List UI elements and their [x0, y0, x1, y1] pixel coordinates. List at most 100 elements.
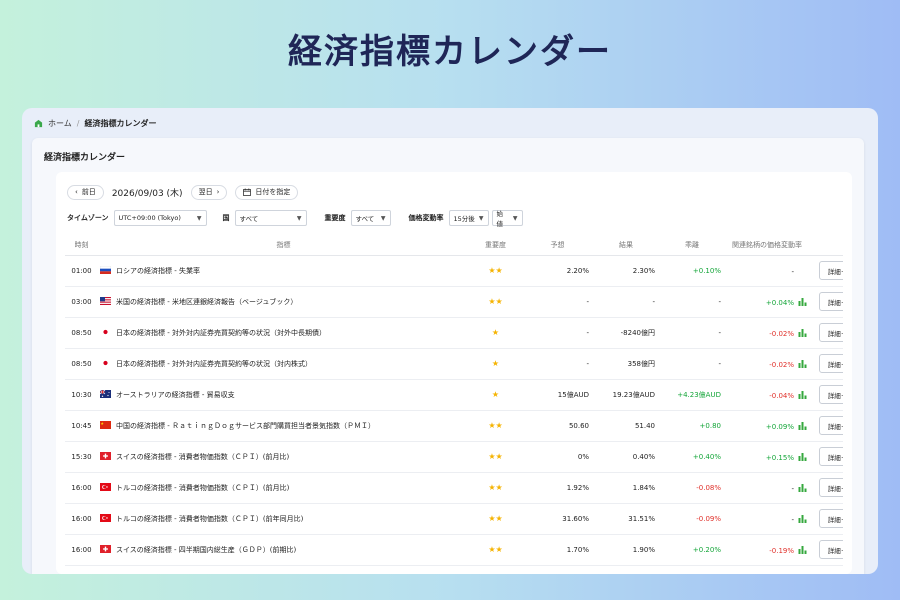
- detail-button[interactable]: 詳細＋: [819, 385, 843, 404]
- row-forecast: 1.70%: [522, 534, 593, 566]
- breadcrumb-home[interactable]: ホーム: [48, 118, 72, 129]
- country-label: 国: [222, 214, 230, 222]
- row-indicator[interactable]: スイスの経済指標 - 消費者物価指数（ＣＰＩ）(前月比): [98, 441, 469, 473]
- row-detail-cell: 詳細＋: [809, 410, 843, 442]
- price-change-timing-value: 15分後: [453, 215, 475, 223]
- row-forecast: 0%: [522, 441, 593, 473]
- chevron-down-icon: ▼: [478, 214, 484, 222]
- row-price-change-cell: -: [725, 255, 809, 287]
- row-price-change-cell: -0.19%: [725, 534, 809, 566]
- row-time: 03:00: [65, 286, 98, 318]
- detail-button[interactable]: 詳細＋: [819, 509, 843, 528]
- row-indicator-label: トルコの経済指標 - 消費者物価指数（ＣＰＩ）(前月比): [116, 483, 290, 492]
- current-date: 2026/09/03 (木): [111, 188, 183, 199]
- calendar-panel: 経済指標カレンダー ‹ 前日 2026/09/03 (木) 翌日 › 日付を指定…: [32, 138, 864, 574]
- detail-button[interactable]: 詳細＋: [819, 323, 843, 342]
- detail-button[interactable]: 詳細＋: [819, 261, 843, 280]
- row-price-change: +0.09%: [765, 422, 794, 431]
- row-indicator[interactable]: オーストラリアの経済指標 - 貿易収支: [98, 379, 469, 411]
- bar-chart-icon[interactable]: [798, 452, 807, 461]
- specify-date-button[interactable]: 日付を指定: [235, 184, 299, 200]
- row-price-change: -0.19%: [769, 546, 794, 555]
- row-importance-stars: ★★: [469, 472, 522, 504]
- detail-button[interactable]: 詳細＋: [819, 354, 843, 373]
- bar-chart-icon[interactable]: [798, 483, 807, 492]
- row-indicator[interactable]: ロシアの経済指標 - 失業率: [98, 255, 469, 287]
- row-importance-stars: ★★: [469, 441, 522, 473]
- table-row: 16:00 トルコの経済指標 - 消費者物価指数（ＣＰＩ）(前年同月比) ★★ 31.…: [65, 503, 843, 535]
- detail-button[interactable]: 詳細＋: [819, 447, 843, 466]
- chevron-down-icon: ▼: [512, 214, 518, 222]
- row-detail-cell: 詳細＋: [809, 379, 843, 411]
- row-time: 16:00: [65, 503, 98, 535]
- row-detail-cell: 詳細＋: [809, 286, 843, 318]
- bar-chart-icon[interactable]: [798, 390, 807, 399]
- row-time: 01:00: [65, 255, 98, 287]
- table-header-row: 時刻 指標 重要度 予想 結果 乖離 関連銘柄の価格変動率: [65, 236, 843, 256]
- row-forecast: 31.60%: [522, 503, 593, 535]
- row-indicator[interactable]: 日本の経済指標 - 対外対内証券売買契約等の状況（対外中長期債）: [98, 317, 469, 349]
- price-change-base-select[interactable]: 始値 ▼: [491, 210, 523, 228]
- row-indicator[interactable]: トルコの経済指標 - 消費者物価指数（ＣＰＩ）(前月比): [98, 472, 469, 504]
- row-indicator-label: 日本の経済指標 - 対外対内証券売買契約等の状況（対外中長期債）: [116, 328, 326, 337]
- home-icon[interactable]: [34, 119, 43, 128]
- table-row: 08:50 日本の経済指標 - 対外対内証券売買契約等の状況（対外中長期債） ★ - -…: [65, 317, 843, 349]
- row-time: 08:50: [65, 348, 98, 380]
- row-indicator[interactable]: 米国の経済指標 - 米地区連銀経済報告（ベージュブック）: [98, 286, 469, 318]
- price-change-timing-select[interactable]: 15分後 ▼: [448, 210, 489, 226]
- row-importance-stars: ★: [469, 379, 522, 411]
- breadcrumb-current: 経済指標カレンダー: [84, 118, 157, 128]
- detail-button[interactable]: 詳細＋: [819, 478, 843, 497]
- row-importance-stars: ★★: [469, 286, 522, 318]
- row-indicator[interactable]: 日本の経済指標 - 対外対内証券売買契約等の状況（対内株式）: [98, 348, 469, 380]
- row-indicator[interactable]: トルコの経済指標 - 消費者物価指数（ＣＰＩ）(前年同月比): [98, 503, 469, 535]
- row-detail-cell: 詳細＋: [809, 348, 843, 380]
- row-importance-stars: ★: [469, 317, 522, 349]
- row-indicator-label: ロシアの経済指標 - 失業率: [116, 266, 200, 275]
- chevron-down-icon: ▼: [296, 214, 302, 222]
- table-row: 08:50 日本の経済指標 - 対外対内証券売買契約等の状況（対内株式） ★ -358…: [65, 348, 843, 380]
- row-detail-cell: 詳細＋: [809, 534, 843, 566]
- row-result: -: [593, 286, 659, 318]
- row-result: 1.90%: [593, 534, 659, 566]
- country-select[interactable]: すべて ▼: [234, 210, 307, 226]
- prev-day-button[interactable]: ‹ 前日: [67, 184, 104, 200]
- column-header-price-change: 関連銘柄の価格変動率: [725, 236, 809, 256]
- bar-chart-icon[interactable]: [798, 359, 807, 368]
- flag-ru-icon: [100, 265, 116, 275]
- column-header-result: 結果: [593, 236, 659, 256]
- bar-chart-icon[interactable]: [798, 545, 807, 554]
- next-day-button[interactable]: 翌日 ›: [190, 184, 228, 200]
- chevron-down-icon: ▼: [380, 214, 386, 222]
- flag-jp-icon: [100, 327, 116, 337]
- detail-button[interactable]: 詳細＋: [819, 416, 843, 435]
- bar-chart-icon[interactable]: [798, 297, 807, 306]
- flag-ch-icon: [100, 451, 116, 461]
- column-header-indicator: 指標: [98, 236, 469, 256]
- row-indicator[interactable]: スイスの経済指標 - 四半期国内総生産（ＧＤＰ）(前期比): [98, 534, 469, 566]
- detail-button[interactable]: 詳細＋: [819, 540, 843, 559]
- timezone-select[interactable]: UTC+09:00 (Tokyo) ▼: [113, 210, 207, 226]
- row-deviation: -: [659, 317, 725, 349]
- row-indicator[interactable]: 中国の経済指標 - ＲａｔｉｎｇＤｏｇサービス部門購買担当者景気指数（ＰＭＩ）: [98, 410, 469, 442]
- chevron-left-icon: ‹: [75, 188, 78, 196]
- price-change-label: 価格変動率: [408, 214, 444, 222]
- bar-chart-icon[interactable]: [798, 514, 807, 523]
- hero-title: 経済指標カレンダー: [288, 32, 612, 72]
- importance-select[interactable]: すべて ▼: [350, 210, 391, 226]
- bar-chart-icon[interactable]: [798, 328, 807, 337]
- bar-chart-icon[interactable]: [798, 421, 807, 430]
- row-result: -8240億円: [593, 317, 659, 349]
- flag-us-icon: [100, 296, 116, 306]
- row-price-change-cell: -0.02%: [725, 348, 809, 380]
- row-forecast: 50.60: [522, 410, 593, 442]
- row-result: 358億円: [593, 348, 659, 380]
- indicator-table: 時刻 指標 重要度 予想 結果 乖離 関連銘柄の価格変動率 01:00 ロシアの経…: [65, 236, 843, 566]
- row-indicator-label: スイスの経済指標 - 四半期国内総生産（ＧＤＰ）(前期比): [116, 545, 297, 554]
- row-detail-cell: 詳細＋: [809, 441, 843, 473]
- row-forecast: -: [522, 317, 593, 349]
- table-row: 16:00 スイスの経済指標 - 四半期国内総生産（ＧＤＰ）(前期比) ★★ 1.70…: [65, 534, 843, 566]
- flag-ch-icon: [100, 544, 116, 554]
- detail-button[interactable]: 詳細＋: [819, 292, 843, 311]
- column-header-detail: [809, 236, 843, 256]
